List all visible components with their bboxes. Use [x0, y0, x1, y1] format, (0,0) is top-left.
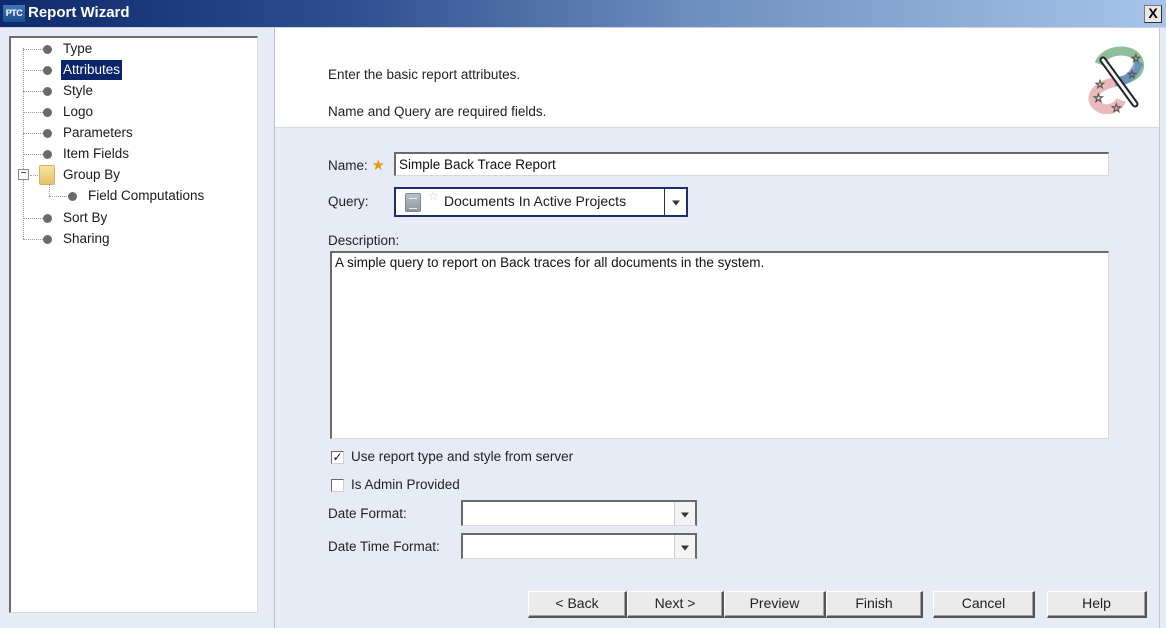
svg-text:☆: ☆ [1095, 78, 1105, 91]
tree-item-label: Attributes [61, 60, 123, 80]
bullet-icon [43, 45, 52, 54]
wizard-steps-tree: Type Attributes Style Logo Parameters It… [9, 36, 258, 613]
tree-item-sort-by[interactable]: Sort By [11, 208, 251, 228]
bullet-icon [43, 129, 52, 138]
use-server-style-label[interactable]: Use report type and style from server [351, 449, 573, 464]
tree-item-label: Sort By [63, 210, 108, 225]
tree-item-label: Field Computations [88, 188, 205, 203]
bullet-icon [43, 214, 52, 223]
date-format-dropdown-button[interactable] [674, 502, 695, 525]
bullet-icon [43, 108, 52, 117]
bullet-icon [68, 192, 77, 201]
tree-item-label: Type [63, 41, 93, 56]
preview-button[interactable]: Preview [724, 591, 826, 618]
panel-border [1159, 28, 1166, 628]
name-label: Name: ★ [328, 156, 385, 174]
bullet-icon [43, 66, 52, 75]
window-title: Report Wizard [28, 4, 130, 21]
tree-item-label: Sharing [63, 231, 110, 246]
query-select[interactable]: ☆ Documents In Active Projects [394, 187, 688, 217]
next-button[interactable]: Next > [627, 591, 724, 618]
query-label: Query: [328, 194, 369, 209]
tree-item-sharing[interactable]: Sharing [11, 229, 251, 249]
tree-connector [23, 91, 43, 92]
tree-connector [49, 184, 50, 196]
use-server-style-checkbox[interactable]: ✓ [331, 451, 344, 464]
tree-item-label: Group By [63, 167, 121, 182]
svg-text:☆: ☆ [1111, 101, 1122, 114]
favorite-star-icon: ☆ [428, 189, 439, 203]
tree-connector [49, 196, 67, 197]
chevron-down-icon [671, 200, 680, 206]
bullet-icon [43, 150, 52, 159]
tree-connector [23, 218, 43, 219]
svg-text:☆: ☆ [1131, 52, 1141, 65]
tree-connector [23, 239, 43, 240]
tree-connector [23, 112, 43, 113]
svg-text:☆: ☆ [1093, 91, 1104, 105]
tree-connector [23, 154, 43, 155]
name-label-text: Name: [328, 158, 368, 173]
tree-item-group-by[interactable]: − Group By [11, 165, 251, 185]
date-time-format-dropdown-button[interactable] [674, 535, 695, 558]
tree-connector [23, 70, 43, 71]
tree-item-label: Logo [63, 104, 94, 119]
tree-connector [23, 133, 43, 134]
tree-connector [23, 49, 43, 50]
date-time-format-label: Date Time Format: [328, 539, 440, 554]
help-button[interactable]: Help [1047, 591, 1147, 618]
date-time-format-select[interactable] [461, 533, 697, 559]
bullet-icon [43, 235, 52, 244]
query-selected-value: Documents In Active Projects [444, 193, 627, 209]
description-textarea[interactable]: A simple query to report on Back traces … [330, 251, 1109, 439]
chevron-down-icon [681, 512, 689, 517]
tree-item-logo[interactable]: Logo [11, 102, 251, 122]
tree-item-field-computations[interactable]: Field Computations [11, 184, 251, 206]
title-bar: PTC Report Wizard X [0, 0, 1166, 28]
tree-item-label: Style [63, 83, 94, 98]
chevron-down-icon [681, 545, 689, 550]
tree-connector [30, 175, 38, 176]
name-input[interactable]: Simple Back Trace Report [394, 152, 1109, 176]
folder-icon [39, 165, 55, 185]
description-label: Description: [328, 233, 400, 248]
query-icon [405, 193, 421, 212]
admin-provided-label[interactable]: Is Admin Provided [351, 477, 460, 492]
bullet-icon [43, 87, 52, 96]
magic-wand-icon: ☆ ☆ ☆ ☆ ☆ [1088, 46, 1145, 114]
tree-item-style[interactable]: Style [11, 81, 251, 101]
date-format-label: Date Format: [328, 506, 407, 521]
admin-provided-checkbox[interactable] [331, 479, 344, 492]
tree-item-attributes[interactable]: Attributes [11, 60, 251, 80]
attributes-page: Enter the basic report attributes. Name … [274, 28, 1166, 628]
tree-item-label: Item Fields [63, 146, 130, 161]
required-fields-note: Name and Query are required fields. [328, 104, 547, 119]
tree-item-type[interactable]: Type [11, 39, 251, 59]
tree-item-label: Parameters [63, 125, 133, 140]
svg-text:☆: ☆ [1127, 68, 1137, 81]
close-button[interactable]: X [1144, 5, 1162, 23]
query-dropdown-button[interactable] [664, 189, 686, 215]
date-format-select[interactable] [461, 500, 697, 526]
required-star-icon: ★ [371, 157, 385, 174]
finish-button[interactable]: Finish [826, 591, 923, 618]
ptc-logo-icon: PTC [3, 5, 25, 22]
tree-item-item-fields[interactable]: Item Fields [11, 144, 251, 164]
instruction-text: Enter the basic report attributes. [328, 67, 521, 82]
page-header: Enter the basic report attributes. Name … [275, 28, 1160, 128]
collapse-toggle[interactable]: − [18, 169, 29, 180]
cancel-button[interactable]: Cancel [933, 591, 1035, 618]
tree-item-parameters[interactable]: Parameters [11, 123, 251, 143]
back-button[interactable]: < Back [528, 591, 627, 618]
